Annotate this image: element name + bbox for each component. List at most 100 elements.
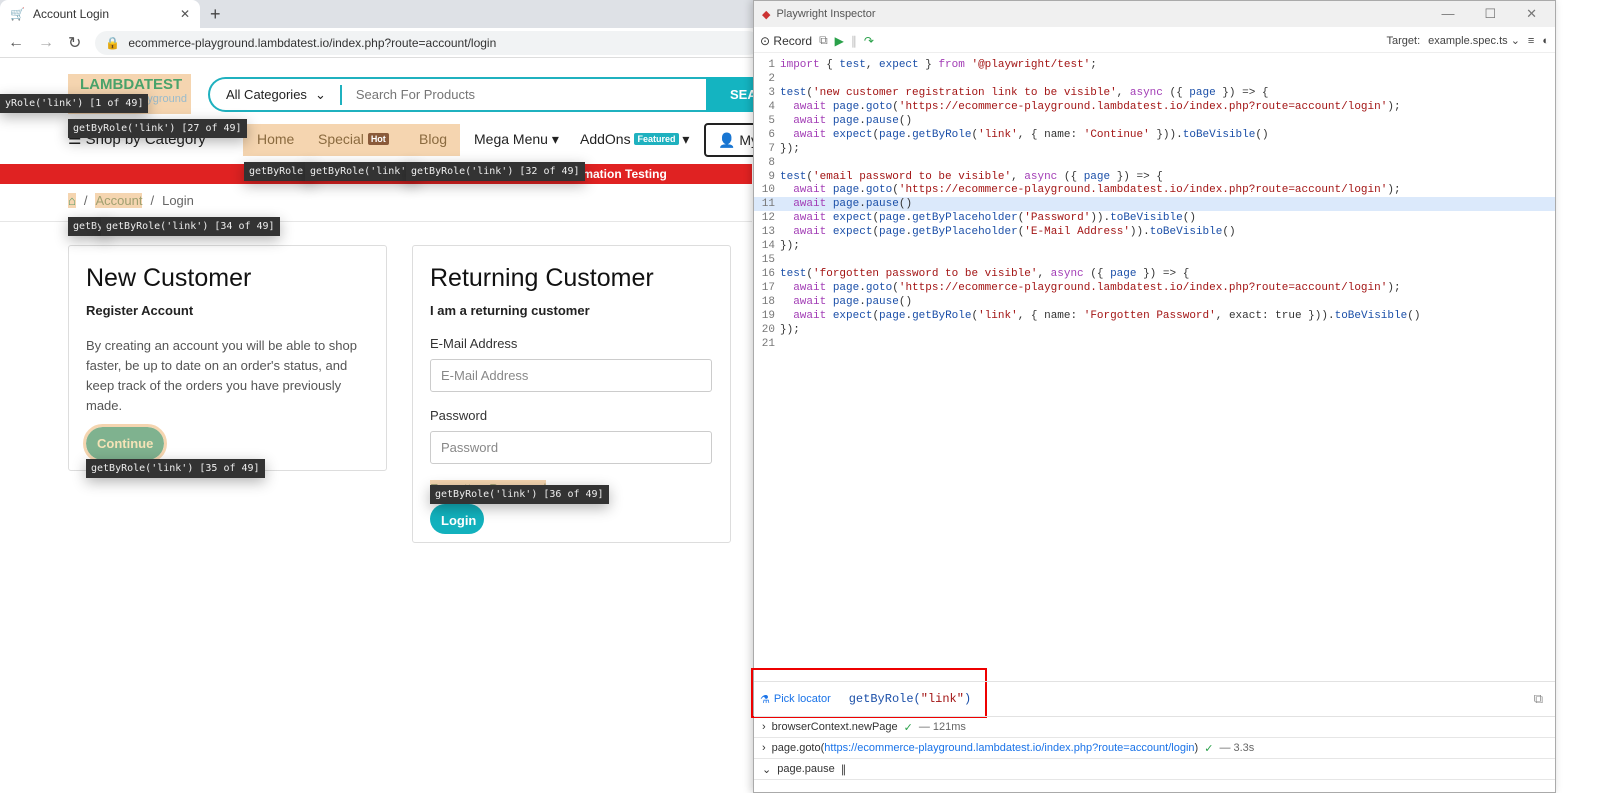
code-token: expect <box>832 128 873 141</box>
password-input[interactable]: Password <box>430 431 712 464</box>
code-token: test <box>839 59 866 71</box>
record-button[interactable]: ⊙ Record <box>760 34 812 48</box>
line-number: 19 <box>761 309 775 322</box>
back-icon[interactable]: ← <box>8 34 24 52</box>
code-token: page <box>832 184 860 197</box>
code-token: await <box>793 212 827 225</box>
target-select[interactable]: example.spec.ts ⌄ <box>1428 34 1520 47</box>
code-line: 9 test('email password to be visible', as… <box>754 170 1555 184</box>
pick-locator-button[interactable]: ⚗ Pick locator <box>760 693 831 706</box>
log-entry[interactable]: ⌄ page.pause ∥ <box>754 759 1555 780</box>
tab-account-login[interactable]: 🛒 Account Login ✕ <box>0 0 200 28</box>
line-number: 10 <box>761 184 775 197</box>
nav-addons[interactable]: AddOns Featured ▾ <box>580 131 689 148</box>
code-token: page <box>879 226 906 239</box>
code-token: await <box>793 114 827 127</box>
password-label: Password <box>430 408 488 423</box>
code-token: ); <box>1387 100 1401 113</box>
code-token: , <box>865 59 880 71</box>
breadcrumb: ⌂ / Account / Login <box>68 193 194 208</box>
close-tab-icon[interactable]: ✕ <box>180 7 190 21</box>
code-token: { <box>819 59 840 71</box>
email-input[interactable]: E-Mail Address <box>430 359 712 392</box>
log-time: — 3.3s <box>1219 742 1255 754</box>
copy-locator-icon[interactable]: ⧉ <box>1534 691 1543 707</box>
login-button[interactable]: Login <box>430 504 484 534</box>
line-number: 21 <box>761 337 775 350</box>
inspector-title-bar: ◆ Playwright Inspector — ☐ ✕ <box>754 1 1555 27</box>
log-entry[interactable]: › browserContext.newPage ✓ — 121ms <box>754 717 1555 738</box>
maximize-icon[interactable]: ☐ <box>1484 6 1496 22</box>
code-token: ({ <box>1083 268 1111 281</box>
code-token: getByRole <box>912 309 972 322</box>
log-url-link[interactable]: https://ecommerce-playground.lambdatest.… <box>824 742 1194 754</box>
nav-home[interactable]: Home <box>257 131 294 147</box>
resume-icon[interactable]: ▶ <box>835 34 844 48</box>
code-line: 1 import { test, expect } from '@playwrig… <box>754 58 1555 72</box>
home-icon[interactable]: ⌂ <box>68 193 76 208</box>
theme-toggle-icon[interactable]: ◐ <box>1542 35 1549 47</box>
email-label: E-Mail Address <box>430 336 518 351</box>
code-token: await <box>793 295 827 308</box>
target-value: example.spec.ts <box>1428 35 1508 47</box>
search-input[interactable] <box>341 87 642 102</box>
breadcrumb-account[interactable]: Account <box>95 193 143 208</box>
copy-icon[interactable]: ⧉ <box>819 33 828 48</box>
code-token: 'new customer registration link to be vi… <box>813 86 1117 99</box>
close-icon[interactable]: ✕ <box>1526 6 1537 22</box>
code-token: async <box>1050 268 1084 281</box>
line-number: 20 <box>761 323 775 336</box>
code-token: ( <box>892 282 899 294</box>
pause-icon[interactable]: ∥ <box>851 34 857 48</box>
code-token: expect <box>832 226 873 239</box>
line-number: 7 <box>768 142 775 155</box>
tab-bar: 🛒 Account Login ✕ + <box>0 0 760 28</box>
category-label: All Categories <box>226 87 307 102</box>
code-token: }) => { <box>1136 268 1190 281</box>
code-token: 'link' <box>978 309 1018 322</box>
user-icon: 👤 <box>718 132 736 148</box>
line-number: 17 <box>761 282 775 294</box>
nav-blog[interactable]: Blog <box>419 131 447 147</box>
nav-special[interactable]: Special Hot <box>318 131 389 147</box>
nav-mega-menu[interactable]: Mega Menu ▾ <box>474 131 559 148</box>
code-token: exact <box>1228 309 1262 322</box>
code-token: 'Password' <box>1024 212 1091 225</box>
code-token: toBeVisible <box>1110 212 1183 225</box>
code-token: getByPlaceholder <box>912 226 1018 239</box>
code-token: name <box>1044 309 1071 322</box>
locator-input[interactable]: getByRole("link") <box>849 692 971 706</box>
code-token: await <box>793 100 827 113</box>
continue-button[interactable]: Continue <box>82 424 168 463</box>
code-line: 5 await page.pause() <box>754 114 1555 128</box>
code-token: . <box>859 114 866 127</box>
url-field[interactable]: 🔒 ecommerce-playground.lambdatest.io/inde… <box>95 30 760 55</box>
code-line: 2 <box>754 72 1555 86</box>
code-line: 8 <box>754 156 1555 170</box>
new-tab-button[interactable]: + <box>210 4 221 25</box>
minimize-icon[interactable]: — <box>1441 6 1454 22</box>
category-select[interactable]: All Categories ⌄ <box>210 84 342 105</box>
log-entry[interactable]: › page.goto(https://ecommerce-playground.… <box>754 738 1555 759</box>
line-number: 18 <box>761 295 775 308</box>
locator-tooltip: getByRole('link') [27 of 49] <box>68 119 247 138</box>
code-token: ({ <box>1057 170 1084 183</box>
code-line: 21 <box>754 337 1555 351</box>
code-line: 18 await page.pause() <box>754 295 1555 309</box>
code-token: . <box>859 198 866 211</box>
reload-icon[interactable]: ↻ <box>68 33 81 53</box>
code-token: test <box>780 86 807 99</box>
chevron-right-icon: › <box>762 721 766 733</box>
code-editor[interactable]: 1 import { test, expect } from '@playwrig… <box>754 58 1555 351</box>
code-token: 'https://ecommerce-playground.lambdatest… <box>898 184 1388 197</box>
step-over-icon[interactable]: ↷ <box>864 34 874 48</box>
forward-icon[interactable]: → <box>38 34 54 52</box>
search-button[interactable]: SEARCH <box>706 77 785 112</box>
clear-icon[interactable]: ≡ <box>1528 35 1534 47</box>
